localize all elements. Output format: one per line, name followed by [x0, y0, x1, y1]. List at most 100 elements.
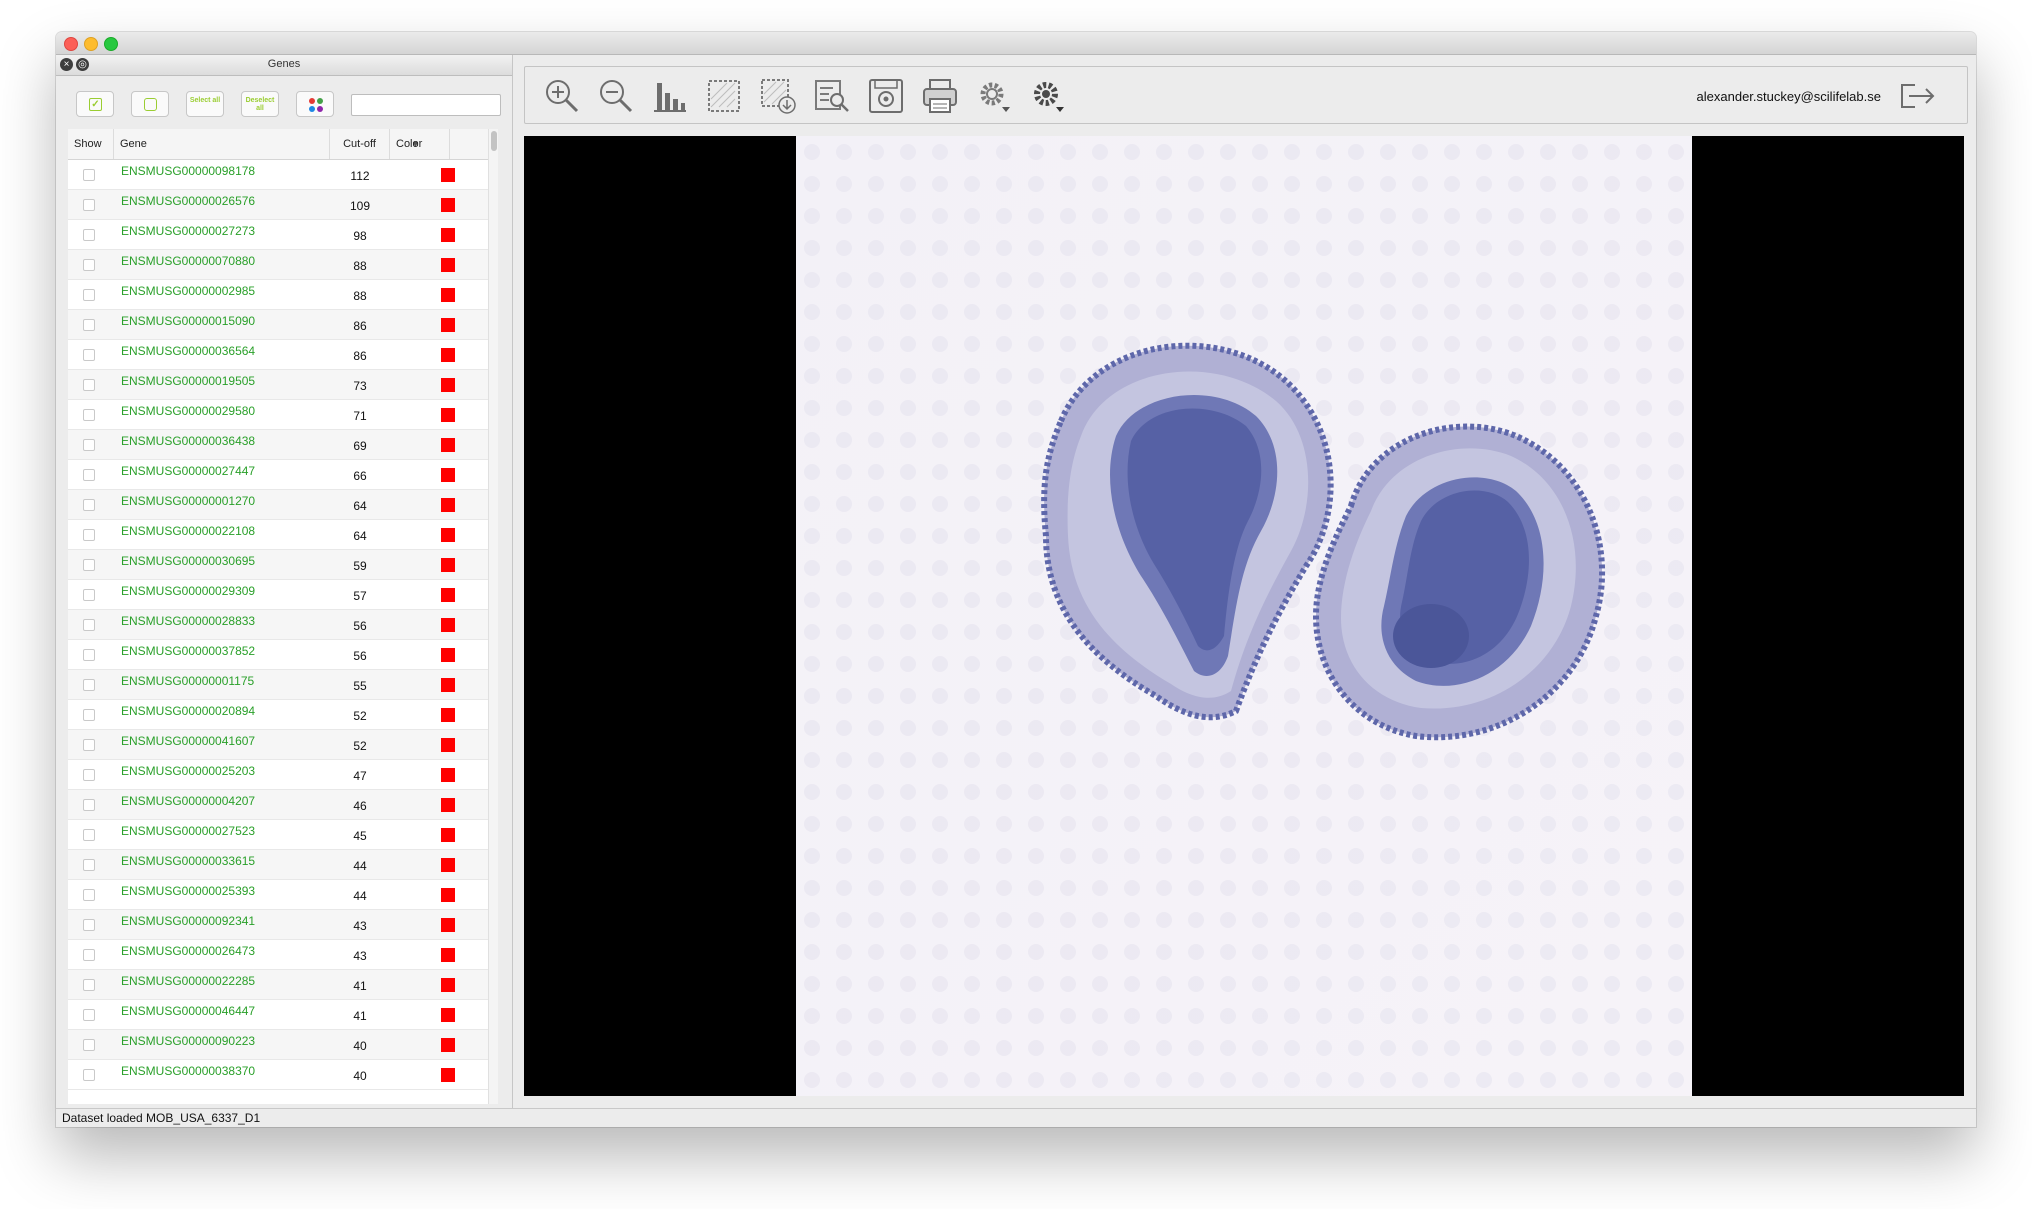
show-checkbox[interactable]: [83, 169, 95, 181]
show-checkbox[interactable]: [83, 229, 95, 241]
gene-cutoff-value[interactable]: 69: [330, 439, 390, 453]
show-checkbox[interactable]: [83, 619, 95, 631]
show-checkbox[interactable]: [83, 919, 95, 931]
show-checkbox[interactable]: [83, 769, 95, 781]
column-header-show[interactable]: Show: [68, 129, 114, 159]
gene-cutoff-value[interactable]: 64: [330, 499, 390, 513]
gene-cutoff-value[interactable]: 55: [330, 679, 390, 693]
show-checkbox[interactable]: [83, 499, 95, 511]
table-row[interactable]: ENSMUSG00000036438 69: [68, 430, 488, 460]
gene-cutoff-value[interactable]: 41: [330, 979, 390, 993]
gene-color-swatch[interactable]: [441, 888, 455, 902]
gene-color-swatch[interactable]: [441, 708, 455, 722]
gene-color-swatch[interactable]: [441, 228, 455, 242]
table-row[interactable]: ENSMUSG00000030695 59: [68, 550, 488, 580]
screenshot-icon[interactable]: [867, 77, 905, 115]
table-row[interactable]: ENSMUSG00000020894 52: [68, 700, 488, 730]
gene-color-swatch[interactable]: [441, 918, 455, 932]
gene-cutoff-value[interactable]: 88: [330, 289, 390, 303]
table-row[interactable]: ENSMUSG00000036564 86: [68, 340, 488, 370]
tissue-section-image[interactable]: [796, 136, 1692, 1096]
table-row[interactable]: ENSMUSG00000029309 57: [68, 580, 488, 610]
gene-color-swatch[interactable]: [441, 858, 455, 872]
gene-search-input[interactable]: [351, 94, 501, 116]
show-checkbox[interactable]: [83, 409, 95, 421]
color-picker-button[interactable]: [296, 91, 334, 117]
table-row[interactable]: ENSMUSG00000025203 47: [68, 760, 488, 790]
gene-cutoff-value[interactable]: 59: [330, 559, 390, 573]
selection-icon[interactable]: [705, 77, 743, 115]
column-header-cutoff[interactable]: Cut-off: [330, 129, 390, 159]
table-row[interactable]: ENSMUSG00000015090 86: [68, 310, 488, 340]
gene-cutoff-value[interactable]: 57: [330, 589, 390, 603]
inspect-selection-icon[interactable]: [813, 77, 851, 115]
logout-icon[interactable]: [1899, 83, 1937, 109]
show-checkbox[interactable]: [83, 949, 95, 961]
show-checkbox[interactable]: [83, 439, 95, 451]
select-all-button[interactable]: Select all: [186, 91, 224, 117]
hide-selected-button[interactable]: [131, 91, 169, 117]
table-row[interactable]: ENSMUSG00000022108 64: [68, 520, 488, 550]
gene-cutoff-value[interactable]: 44: [330, 859, 390, 873]
gene-color-swatch[interactable]: [441, 288, 455, 302]
gene-cutoff-value[interactable]: 88: [330, 259, 390, 273]
gene-color-swatch[interactable]: [441, 978, 455, 992]
tissue-viewer[interactable]: [524, 136, 1964, 1096]
show-checkbox[interactable]: [83, 739, 95, 751]
show-checkbox[interactable]: [83, 1069, 95, 1081]
window-close-button[interactable]: [64, 37, 78, 51]
gene-color-swatch[interactable]: [441, 768, 455, 782]
zoom-out-icon[interactable]: [597, 77, 635, 115]
show-checkbox[interactable]: [83, 709, 95, 721]
table-row[interactable]: ENSMUSG00000001175 55: [68, 670, 488, 700]
gene-color-swatch[interactable]: [441, 168, 455, 182]
gene-cutoff-value[interactable]: 47: [330, 769, 390, 783]
gene-cutoff-value[interactable]: 64: [330, 529, 390, 543]
gene-color-swatch[interactable]: [441, 618, 455, 632]
bar-chart-icon[interactable]: [651, 77, 689, 115]
show-checkbox[interactable]: [83, 889, 95, 901]
gene-color-swatch[interactable]: [441, 1068, 455, 1082]
show-checkbox[interactable]: [83, 469, 95, 481]
table-row[interactable]: ENSMUSG00000027523 45: [68, 820, 488, 850]
gene-color-swatch[interactable]: [441, 588, 455, 602]
show-checkbox[interactable]: [83, 289, 95, 301]
show-checkbox[interactable]: [83, 259, 95, 271]
gene-cutoff-value[interactable]: 98: [330, 229, 390, 243]
show-checkbox[interactable]: [83, 349, 95, 361]
table-row[interactable]: ENSMUSG00000070880 88: [68, 250, 488, 280]
gene-color-swatch[interactable]: [441, 318, 455, 332]
settings-icon[interactable]: [1029, 77, 1067, 115]
show-selected-button[interactable]: ✓: [76, 91, 114, 117]
gene-cutoff-value[interactable]: 46: [330, 799, 390, 813]
show-checkbox[interactable]: [83, 319, 95, 331]
gene-cutoff-value[interactable]: 43: [330, 919, 390, 933]
gene-color-swatch[interactable]: [441, 738, 455, 752]
table-row[interactable]: ENSMUSG00000090223 40: [68, 1030, 488, 1060]
gene-cutoff-value[interactable]: 86: [330, 319, 390, 333]
gene-cutoff-value[interactable]: 44: [330, 889, 390, 903]
show-checkbox[interactable]: [83, 649, 95, 661]
table-row[interactable]: ENSMUSG00000001270 64: [68, 490, 488, 520]
gene-color-swatch[interactable]: [441, 558, 455, 572]
table-row[interactable]: ENSMUSG00000038370 40: [68, 1060, 488, 1090]
gene-cutoff-value[interactable]: 73: [330, 379, 390, 393]
table-row[interactable]: ENSMUSG00000002985 88: [68, 280, 488, 310]
deselect-all-button[interactable]: Deselect all: [241, 91, 279, 117]
column-header-color[interactable]: Color: [390, 129, 450, 159]
show-checkbox[interactable]: [83, 829, 95, 841]
gene-color-swatch[interactable]: [441, 528, 455, 542]
gene-color-swatch[interactable]: [441, 408, 455, 422]
gene-color-swatch[interactable]: [441, 798, 455, 812]
gene-cutoff-value[interactable]: 71: [330, 409, 390, 423]
cell-settings-icon[interactable]: [975, 77, 1013, 115]
gene-color-swatch[interactable]: [441, 1008, 455, 1022]
show-checkbox[interactable]: [83, 589, 95, 601]
show-checkbox[interactable]: [83, 1039, 95, 1051]
window-minimize-button[interactable]: [84, 37, 98, 51]
show-checkbox[interactable]: [83, 1009, 95, 1021]
gene-color-swatch[interactable]: [441, 1038, 455, 1052]
table-row[interactable]: ENSMUSG00000019505 73: [68, 370, 488, 400]
table-row[interactable]: ENSMUSG00000098178 112: [68, 160, 488, 190]
gene-color-swatch[interactable]: [441, 438, 455, 452]
